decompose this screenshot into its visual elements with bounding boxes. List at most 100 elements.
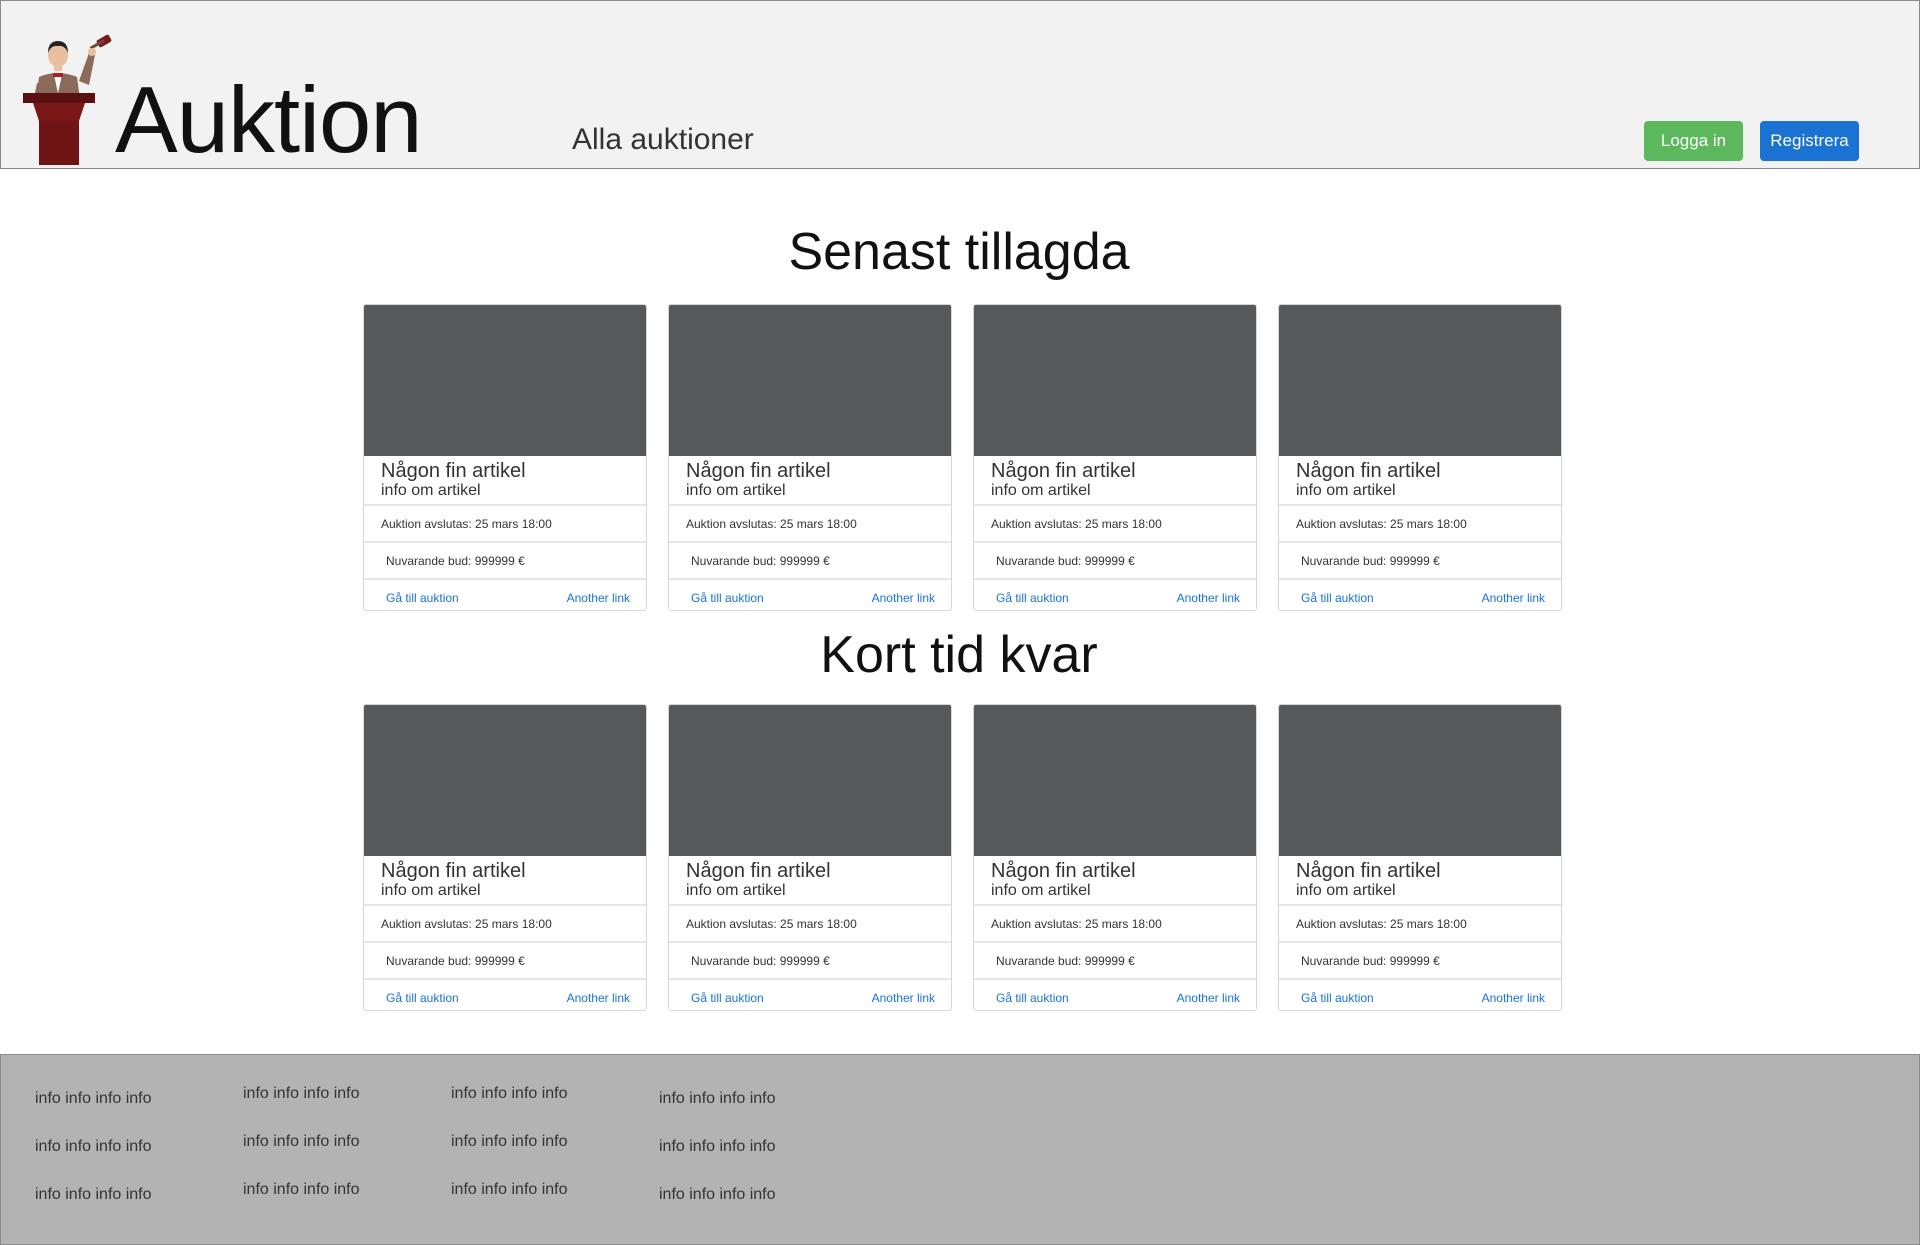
another-link[interactable]: Another link — [567, 991, 630, 1005]
card-links: Gå till auktion Another link — [669, 980, 951, 1010]
go-to-auction-link[interactable]: Gå till auktion — [386, 991, 459, 1005]
card-end-time: Auktion avslutas: 25 mars 18:00 — [364, 506, 646, 543]
card-text: info om artikel — [991, 482, 1091, 499]
card-current-bid: Nuvarande bud: 999999 € — [669, 543, 951, 580]
card-links: Gå till auktion Another link — [974, 980, 1256, 1010]
card-text: info om artikel — [1296, 482, 1396, 499]
card-image-placeholder[interactable] — [364, 305, 646, 456]
card-current-bid: Nuvarande bud: 999999 € — [974, 943, 1256, 980]
auction-card: Någon fin artikel info om artikel Auktio… — [1278, 704, 1562, 1011]
auction-card: Någon fin artikel info om artikel Auktio… — [668, 704, 952, 1011]
card-title: Någon fin artikel — [1296, 460, 1441, 482]
card-end-time: Auktion avslutas: 25 mars 18:00 — [364, 906, 646, 943]
footer-info-text: info info info info — [243, 1133, 360, 1150]
card-image-placeholder[interactable] — [974, 305, 1256, 456]
card-image-placeholder[interactable] — [974, 705, 1256, 856]
another-link[interactable]: Another link — [1482, 991, 1545, 1005]
card-text: info om artikel — [686, 482, 786, 499]
card-current-bid: Nuvarande bud: 999999 € — [669, 943, 951, 980]
auction-card: Någon fin artikel info om artikel Auktio… — [363, 704, 647, 1011]
site-footer: info info info info info info info info … — [0, 1054, 1920, 1245]
footer-column: info info info info info info info info … — [243, 1085, 360, 1229]
footer-info-text: info info info info — [659, 1138, 776, 1155]
card-text: info om artikel — [1296, 882, 1396, 899]
login-button[interactable]: Logga in — [1644, 121, 1743, 161]
card-text: info om artikel — [991, 882, 1091, 899]
auction-card: Någon fin artikel info om artikel Auktio… — [363, 304, 647, 611]
go-to-auction-link[interactable]: Gå till auktion — [996, 591, 1069, 605]
card-links: Gå till auktion Another link — [669, 580, 951, 610]
site-header: Auktion Alla auktioner Logga in Registre… — [0, 0, 1920, 172]
card-body: Någon fin artikel info om artikel — [974, 856, 1256, 906]
card-title: Någon fin artikel — [991, 460, 1136, 482]
footer-info-text: info info info info — [451, 1181, 568, 1198]
card-text: info om artikel — [381, 482, 481, 499]
card-image-placeholder[interactable] — [364, 705, 646, 856]
footer-info-text: info info info info — [243, 1085, 360, 1102]
card-body: Någon fin artikel info om artikel — [1279, 856, 1561, 906]
card-links: Gå till auktion Another link — [1279, 580, 1561, 610]
card-body: Någon fin artikel info om artikel — [974, 456, 1256, 506]
card-links: Gå till auktion Another link — [364, 580, 646, 610]
card-text: info om artikel — [381, 882, 481, 899]
footer-info-text: info info info info — [243, 1181, 360, 1198]
card-end-time: Auktion avslutas: 25 mars 18:00 — [1279, 906, 1561, 943]
card-current-bid: Nuvarande bud: 999999 € — [364, 543, 646, 580]
go-to-auction-link[interactable]: Gå till auktion — [386, 591, 459, 605]
card-image-placeholder[interactable] — [669, 705, 951, 856]
card-title: Någon fin artikel — [686, 860, 831, 882]
footer-info-text: info info info info — [451, 1133, 568, 1150]
card-body: Någon fin artikel info om artikel — [364, 856, 646, 906]
footer-info-text: info info info info — [659, 1186, 776, 1203]
ending-soon-cards-grid: Någon fin artikel info om artikel Auktio… — [363, 704, 1562, 1011]
card-body: Någon fin artikel info om artikel — [364, 456, 646, 506]
footer-info-text: info info info info — [451, 1085, 568, 1102]
auction-card: Någon fin artikel info om artikel Auktio… — [1278, 304, 1562, 611]
footer-info-text: info info info info — [35, 1138, 152, 1155]
another-link[interactable]: Another link — [1177, 591, 1240, 605]
card-end-time: Auktion avslutas: 25 mars 18:00 — [669, 506, 951, 543]
card-title: Någon fin artikel — [381, 460, 526, 482]
card-image-placeholder[interactable] — [1279, 705, 1561, 856]
card-current-bid: Nuvarande bud: 999999 € — [974, 543, 1256, 580]
card-title: Någon fin artikel — [381, 860, 526, 882]
another-link[interactable]: Another link — [1482, 591, 1545, 605]
footer-column: info info info info info info info info … — [659, 1090, 776, 1234]
card-links: Gå till auktion Another link — [974, 580, 1256, 610]
another-link[interactable]: Another link — [872, 591, 935, 605]
card-end-time: Auktion avslutas: 25 mars 18:00 — [974, 506, 1256, 543]
card-title: Någon fin artikel — [991, 860, 1136, 882]
recent-cards-grid: Någon fin artikel info om artikel Auktio… — [363, 304, 1562, 611]
card-end-time: Auktion avslutas: 25 mars 18:00 — [669, 906, 951, 943]
go-to-auction-link[interactable]: Gå till auktion — [691, 591, 764, 605]
card-image-placeholder[interactable] — [669, 305, 951, 456]
footer-info-text: info info info info — [659, 1090, 776, 1107]
card-body: Någon fin artikel info om artikel — [669, 856, 951, 906]
go-to-auction-link[interactable]: Gå till auktion — [691, 991, 764, 1005]
nav-all-auctions[interactable]: Alla auktioner — [572, 123, 754, 157]
auctioneer-podium-icon — [23, 34, 112, 165]
card-current-bid: Nuvarande bud: 999999 € — [1279, 943, 1561, 980]
card-text: info om artikel — [686, 882, 786, 899]
brand-title[interactable]: Auktion — [115, 65, 423, 175]
card-image-placeholder[interactable] — [1279, 305, 1561, 456]
card-end-time: Auktion avslutas: 25 mars 18:00 — [974, 906, 1256, 943]
another-link[interactable]: Another link — [1177, 991, 1240, 1005]
another-link[interactable]: Another link — [567, 591, 630, 605]
go-to-auction-link[interactable]: Gå till auktion — [1301, 591, 1374, 605]
go-to-auction-link[interactable]: Gå till auktion — [1301, 991, 1374, 1005]
auction-card: Någon fin artikel info om artikel Auktio… — [668, 304, 952, 611]
another-link[interactable]: Another link — [872, 991, 935, 1005]
card-body: Någon fin artikel info om artikel — [669, 456, 951, 506]
card-links: Gå till auktion Another link — [364, 980, 646, 1010]
auction-card: Någon fin artikel info om artikel Auktio… — [973, 304, 1257, 611]
footer-info-text: info info info info — [35, 1186, 152, 1203]
card-title: Någon fin artikel — [686, 460, 831, 482]
card-end-time: Auktion avslutas: 25 mars 18:00 — [1279, 506, 1561, 543]
go-to-auction-link[interactable]: Gå till auktion — [996, 991, 1069, 1005]
auction-card: Någon fin artikel info om artikel Auktio… — [973, 704, 1257, 1011]
register-button[interactable]: Registrera — [1760, 121, 1859, 161]
footer-info-text: info info info info — [35, 1090, 152, 1107]
card-current-bid: Nuvarande bud: 999999 € — [364, 943, 646, 980]
section-title-recent: Senast tillagda — [788, 223, 1130, 281]
